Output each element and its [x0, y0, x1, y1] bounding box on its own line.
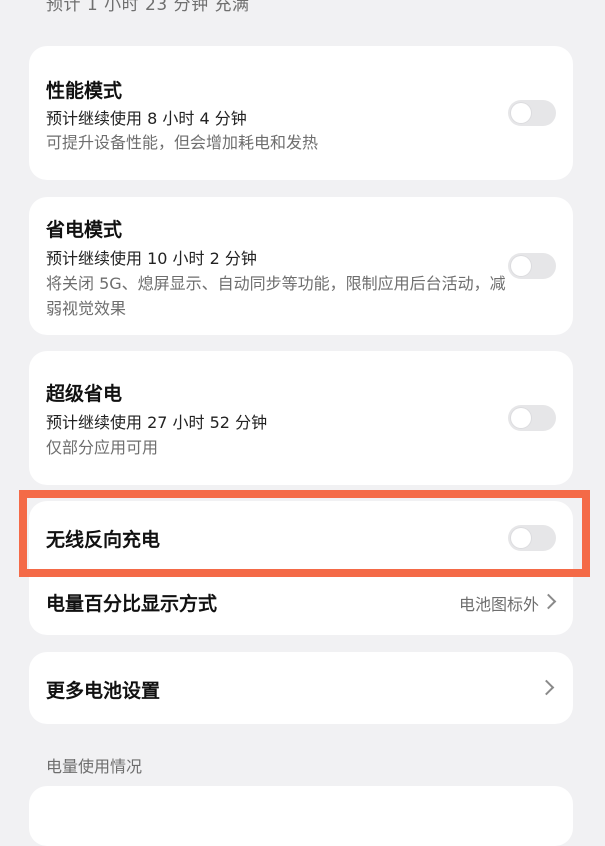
- highlight-annotation-box: [19, 490, 590, 577]
- charge-estimate-text: 预计 1 小时 23 分钟 充满: [46, 0, 250, 15]
- performance-mode-desc: 可提升设备性能，但会增加耗电和发热: [46, 133, 319, 152]
- more-battery-settings-title: 更多电池设置: [46, 680, 161, 702]
- chevron-right-icon: [538, 679, 555, 696]
- battery-percentage-title[interactable]: 电量百分比显示方式: [46, 589, 217, 616]
- more-battery-settings-card[interactable]: 更多电池设置: [29, 652, 573, 724]
- performance-mode-toggle[interactable]: [508, 100, 556, 126]
- power-saving-mode-desc: 将关闭 5G、熄屏显示、自动同步等功能，限制应用后台活动，减弱视觉效果: [46, 274, 506, 318]
- toggle-knob: [511, 408, 531, 428]
- power-saving-mode-toggle[interactable]: [508, 253, 556, 279]
- power-saving-mode-estimate: 预计继续使用 10 小时 2 分钟: [46, 249, 257, 268]
- toggle-knob: [511, 256, 531, 276]
- usage-section-label: 电量使用情况: [46, 757, 143, 776]
- super-power-saving-toggle[interactable]: [508, 405, 556, 431]
- power-saving-mode-card[interactable]: 省电模式 预计继续使用 10 小时 2 分钟 将关闭 5G、熄屏显示、自动同步等…: [29, 197, 573, 335]
- super-power-saving-estimate: 预计继续使用 27 小时 52 分钟: [46, 413, 268, 432]
- toggle-knob: [511, 103, 531, 123]
- super-power-saving-desc: 仅部分应用可用: [46, 438, 159, 457]
- chevron-right-icon: [540, 593, 557, 610]
- super-power-saving-title: 超级省电: [46, 383, 123, 405]
- super-power-saving-card[interactable]: 超级省电 预计继续使用 27 小时 52 分钟 仅部分应用可用: [29, 351, 573, 485]
- performance-mode-estimate: 预计继续使用 8 小时 4 分钟: [46, 109, 247, 128]
- usage-card: [29, 786, 573, 846]
- performance-mode-card[interactable]: 性能模式 预计继续使用 8 小时 4 分钟 可提升设备性能，但会增加耗电和发热: [29, 46, 573, 180]
- performance-mode-title: 性能模式: [46, 80, 123, 102]
- battery-percentage-value[interactable]: 电池图标外: [459, 591, 539, 615]
- power-saving-mode-title: 省电模式: [46, 219, 123, 241]
